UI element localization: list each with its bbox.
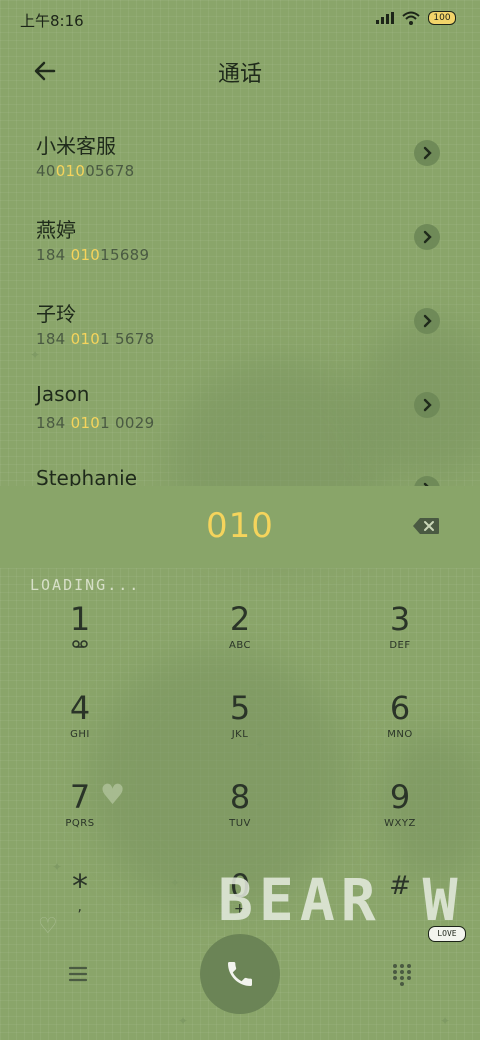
key-3[interactable]: 3 DEF	[340, 600, 460, 680]
key-letters: WXYZ	[384, 818, 416, 829]
key-5[interactable]: 5 JKL	[180, 689, 300, 769]
contact-name: 燕婷	[36, 218, 76, 242]
signal-icon	[376, 12, 394, 24]
number-match: 010	[70, 330, 101, 348]
chevron-right-icon[interactable]	[414, 140, 440, 166]
number-match: 010	[70, 246, 101, 264]
sparkle-icon: ✦	[170, 876, 181, 890]
chevron-right-icon[interactable]	[414, 308, 440, 334]
wifi-icon	[402, 11, 420, 25]
key-digit: 2	[229, 600, 251, 638]
key-6[interactable]: 6 MNO	[340, 689, 460, 769]
chevron-right-icon[interactable]	[414, 476, 440, 486]
contact-list[interactable]: 小米客服 4001005678 燕婷 184 01015689 子玲 184 0…	[0, 118, 480, 486]
dialed-number[interactable]: 010	[0, 506, 480, 546]
number-suffix: 1 0029	[100, 414, 155, 432]
key-letters: ,	[77, 899, 83, 915]
contact-name: Stephanie	[36, 466, 138, 486]
key-9[interactable]: 9 WXYZ	[340, 778, 460, 858]
contact-item[interactable]: 子玲 184 0101 5678	[0, 286, 480, 370]
key-8[interactable]: 8 TUV	[180, 778, 300, 858]
key-digit: 4	[69, 689, 91, 727]
battery-indicator: 100	[428, 11, 456, 25]
number-match: 010	[55, 162, 86, 180]
key-letters: PQRS	[65, 818, 95, 829]
contact-item[interactable]: 燕婷 184 01015689	[0, 202, 480, 286]
contact-number: 184 01015689	[36, 246, 149, 264]
loading-text: LOADING...	[30, 576, 141, 594]
key-letters: GHI	[70, 729, 90, 740]
call-button[interactable]	[200, 934, 280, 1014]
chevron-right-icon[interactable]	[414, 224, 440, 250]
key-digit: 5	[229, 689, 251, 727]
contact-number: 184 0101 0029	[36, 414, 154, 432]
number-match: 010	[70, 414, 101, 432]
contact-item[interactable]: Stephanie	[0, 454, 480, 486]
key-4[interactable]: 4 GHI	[20, 689, 140, 769]
dialpad-icon[interactable]	[390, 962, 414, 986]
key-digit: 9	[389, 778, 411, 816]
backspace-icon[interactable]	[412, 517, 440, 535]
key-digit: 8	[229, 778, 251, 816]
contact-name: 子玲	[36, 302, 76, 326]
number-prefix: 184	[36, 414, 71, 432]
status-time: 上午8:16	[20, 12, 84, 30]
number-suffix: 15689	[100, 246, 150, 264]
number-prefix: 40	[36, 162, 56, 180]
page-title: 通话	[217, 62, 262, 87]
header: 通话	[0, 48, 480, 92]
status-bar: 上午8:16 100	[0, 0, 480, 40]
sparkle-icon: ✦	[178, 1014, 189, 1028]
key-letters: DEF	[389, 640, 411, 651]
contact-number: 184 0101 5678	[36, 330, 154, 348]
heart-icon: ♡	[38, 914, 58, 939]
number-suffix: 1 5678	[100, 330, 155, 348]
key-letters: MNO	[387, 729, 413, 740]
key-1[interactable]: 1	[20, 600, 140, 680]
contact-name: 小米客服	[36, 134, 116, 158]
key-letters: ABC	[228, 640, 251, 651]
key-digit: 6	[389, 689, 411, 727]
contact-name: Jason	[36, 382, 90, 406]
key-letters: JKL	[231, 729, 249, 740]
chevron-right-icon[interactable]	[414, 392, 440, 418]
key-letters: TUV	[229, 818, 251, 829]
key-digit: 1	[69, 600, 91, 638]
heart-icon: ♥	[100, 778, 126, 811]
love-badge: LOVE	[428, 926, 466, 942]
number-prefix: 184	[36, 330, 71, 348]
key-2[interactable]: 2 ABC	[180, 600, 300, 680]
contact-number: 4001005678	[36, 162, 134, 180]
voicemail-icon	[72, 640, 88, 648]
number-prefix: 184	[36, 246, 71, 264]
key-digit: 3	[389, 600, 411, 638]
phone-icon	[228, 962, 252, 986]
bear-overlay-text: BEAR W	[218, 866, 464, 934]
contact-item[interactable]: Jason 184 0101 0029	[0, 370, 480, 454]
menu-icon[interactable]	[66, 962, 90, 986]
contact-item[interactable]: 小米客服 4001005678	[0, 118, 480, 202]
sparkle-icon: ✦	[440, 1014, 451, 1028]
status-icons: 100	[376, 11, 456, 25]
dial-display: 010	[0, 486, 480, 568]
number-suffix: 05678	[85, 162, 135, 180]
